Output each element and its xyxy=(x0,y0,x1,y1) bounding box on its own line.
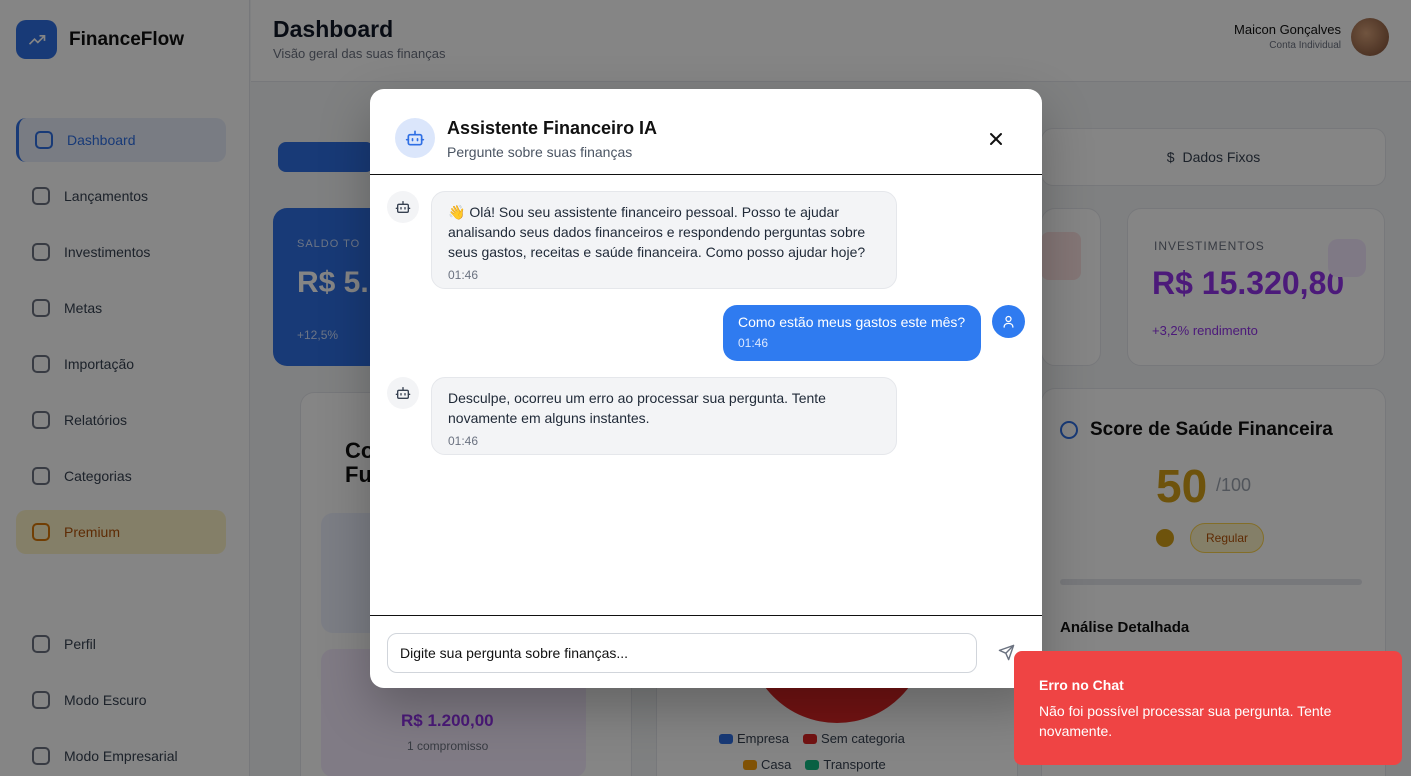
bot-icon xyxy=(395,387,411,399)
message-text: Desculpe, ocorreu um erro ao processar s… xyxy=(448,390,826,426)
chat-input[interactable]: Digite sua pergunta sobre finanças... xyxy=(387,633,977,673)
chat-title: Assistente Financeiro IA xyxy=(447,118,658,138)
message-time: 01:46 xyxy=(448,434,479,448)
bot-icon xyxy=(395,201,411,213)
toast-message: Não foi possível processar sua pergunta.… xyxy=(1039,703,1332,739)
chat-footer: Digite sua pergunta sobre finanças... xyxy=(370,615,1042,688)
user-icon xyxy=(1003,315,1014,328)
close-button[interactable] xyxy=(982,125,1010,153)
send-icon xyxy=(998,644,1014,660)
error-toast[interactable]: Erro no Chat Não foi possível processar … xyxy=(1014,651,1402,765)
chat-modal: Assistente Financeiro IA Pergunte sobre … xyxy=(370,89,1042,688)
bot-message: Desculpe, ocorreu um erro ao processar s… xyxy=(431,377,897,455)
chat-header: Assistente Financeiro IA Pergunte sobre … xyxy=(370,89,1042,175)
bot-icon xyxy=(395,118,435,158)
message-text: Como estão meus gastos este mês? xyxy=(738,314,966,330)
bot-avatar xyxy=(387,377,419,409)
bot-avatar xyxy=(387,191,419,223)
bot-message: 👋 Olá! Sou seu assistente financeiro pes… xyxy=(431,191,897,289)
toast-title: Erro no Chat xyxy=(1039,677,1124,693)
close-icon xyxy=(990,133,1002,145)
message-time: 01:46 xyxy=(448,268,479,282)
user-avatar xyxy=(992,305,1025,338)
chat-subtitle: Pergunte sobre suas finanças xyxy=(447,144,633,160)
message-time: 01:46 xyxy=(738,336,769,350)
user-message: Como estão meus gastos este mês? 01:46 xyxy=(723,305,981,361)
message-text: 👋 Olá! Sou seu assistente financeiro pes… xyxy=(448,204,866,260)
